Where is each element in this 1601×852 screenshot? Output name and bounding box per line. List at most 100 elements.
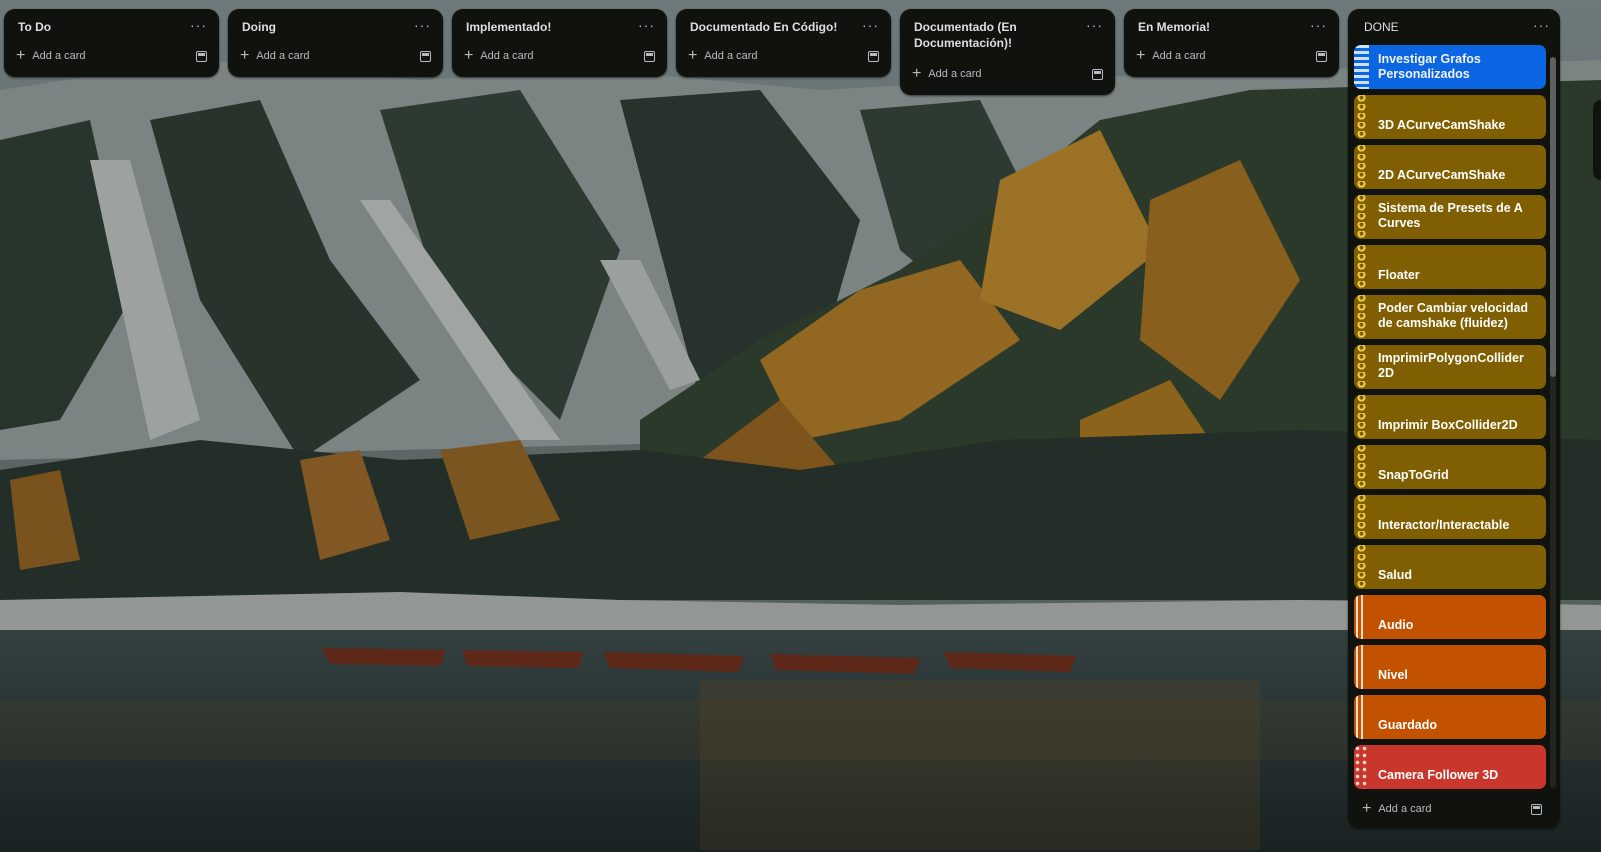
list-documentado-en-documentacion: Documentado (En Documentación)! ··· + Ad…: [900, 9, 1115, 95]
add-card-label: Add a card: [928, 68, 982, 80]
list-footer: + Add a card: [908, 59, 1107, 87]
board: To Do ··· + Add a card Doing ··· + Add a…: [4, 9, 1601, 852]
card[interactable]: Poder Cambiar velocidad de camshake (flu…: [1354, 295, 1546, 339]
card[interactable]: Sistema de Presets de A Curves: [1354, 195, 1546, 239]
card[interactable]: Imprimir BoxCollider2D: [1354, 395, 1546, 439]
card-cover-pattern: [1354, 195, 1369, 239]
add-card-label: Add a card: [1378, 803, 1432, 815]
card-template-icon[interactable]: [868, 50, 879, 62]
list-title[interactable]: Doing: [242, 19, 276, 35]
list-footer: + Add a card: [684, 41, 883, 69]
add-card-button[interactable]: + Add a card: [1362, 801, 1432, 817]
card-title: Poder Cambiar velocidad de camshake (flu…: [1378, 301, 1529, 330]
add-card-label: Add a card: [1152, 50, 1206, 62]
list-title[interactable]: Implementado!: [466, 19, 551, 35]
card-template-icon[interactable]: [1531, 803, 1542, 815]
card-title: Sistema de Presets de A Curves: [1378, 201, 1523, 230]
card-cover-pattern: [1354, 245, 1369, 289]
card-cover-pattern: [1354, 595, 1369, 639]
ellipsis-icon[interactable]: ···: [1086, 18, 1103, 32]
card-title: Guardado: [1378, 718, 1438, 732]
card-cover-pattern: [1354, 145, 1369, 189]
list-title[interactable]: Documentado En Código!: [690, 19, 837, 35]
plus-icon: +: [688, 47, 698, 64]
list-doing: Doing ··· + Add a card: [228, 9, 443, 77]
card-cover-pattern: [1354, 295, 1369, 339]
card-cover-pattern: [1354, 45, 1369, 89]
list-footer: + Add a card: [1354, 796, 1546, 822]
add-card-button[interactable]: + Add a card: [464, 47, 534, 64]
plus-icon: +: [464, 47, 474, 64]
card[interactable]: 2D ACurveCamShake: [1354, 145, 1546, 189]
ellipsis-icon[interactable]: ···: [1310, 18, 1327, 32]
list-title[interactable]: DONE: [1364, 19, 1399, 35]
plus-icon: +: [1136, 47, 1146, 64]
list-en-memoria: En Memoria! ··· + Add a card: [1124, 9, 1339, 77]
list-to-do: To Do ··· + Add a card: [4, 9, 219, 77]
list-title[interactable]: En Memoria!: [1138, 19, 1210, 35]
card[interactable]: Guardado: [1354, 695, 1546, 739]
next-list-edge[interactable]: [1593, 100, 1601, 180]
list-footer: + Add a card: [460, 41, 659, 69]
card[interactable]: Salud: [1354, 545, 1546, 589]
ellipsis-icon[interactable]: ···: [1533, 18, 1550, 32]
add-card-label: Add a card: [32, 50, 86, 62]
add-card-button[interactable]: + Add a card: [688, 47, 758, 64]
card[interactable]: SnapToGrid: [1354, 445, 1546, 489]
ellipsis-icon[interactable]: ···: [862, 18, 879, 32]
list-scrollbar[interactable]: [1550, 57, 1556, 788]
add-card-label: Add a card: [480, 50, 534, 62]
card-title: ImprimirPolygonCollider 2D: [1378, 351, 1524, 380]
card-template-icon[interactable]: [1316, 50, 1327, 62]
plus-icon: +: [240, 47, 250, 64]
list-header: To Do ···: [12, 15, 211, 41]
add-card-button[interactable]: + Add a card: [240, 47, 310, 64]
ellipsis-icon[interactable]: ···: [190, 18, 207, 32]
card-title: Interactor/Interactable: [1378, 518, 1510, 532]
card-title: Salud: [1378, 568, 1413, 582]
card[interactable]: Camera Follower 3D: [1354, 745, 1546, 789]
ellipsis-icon[interactable]: ···: [638, 18, 655, 32]
card[interactable]: Audio: [1354, 595, 1546, 639]
list-footer: + Add a card: [12, 41, 211, 69]
card[interactable]: 3D ACurveCamShake: [1354, 95, 1546, 139]
card[interactable]: Nivel: [1354, 645, 1546, 689]
add-card-button[interactable]: + Add a card: [912, 65, 982, 82]
card-title: Investigar Grafos Personalizados: [1378, 52, 1481, 81]
list-footer: + Add a card: [236, 41, 435, 69]
list-title[interactable]: Documentado (En Documentación)!: [914, 19, 1064, 51]
list-implementado: Implementado! ··· + Add a card: [452, 9, 667, 77]
card-list: Investigar Grafos Personalizados 3D ACur…: [1354, 45, 1554, 789]
card-title: Audio: [1378, 618, 1414, 632]
ellipsis-icon[interactable]: ···: [414, 18, 431, 32]
add-card-button[interactable]: + Add a card: [16, 48, 86, 64]
card-title: 3D ACurveCamShake: [1378, 118, 1506, 132]
list-header: Documentado (En Documentación)! ···: [908, 15, 1107, 51]
card-cover-pattern: [1354, 695, 1369, 739]
list-header: En Memoria! ···: [1132, 15, 1331, 41]
card-cover-pattern: [1354, 645, 1369, 689]
list-header: Doing ···: [236, 15, 435, 41]
add-card-label: Add a card: [256, 50, 310, 62]
card-template-icon[interactable]: [1092, 68, 1103, 80]
card[interactable]: Interactor/Interactable: [1354, 495, 1546, 539]
card-title: Nivel: [1378, 668, 1408, 682]
card-cover-pattern: [1354, 495, 1369, 539]
card-title: SnapToGrid: [1378, 468, 1449, 482]
card[interactable]: Investigar Grafos Personalizados: [1354, 45, 1546, 89]
card[interactable]: Floater: [1354, 245, 1546, 289]
card-template-icon[interactable]: [644, 50, 655, 62]
card-cover-pattern: [1354, 445, 1369, 489]
card-cover-pattern: [1354, 545, 1369, 589]
list-header: Documentado En Código! ···: [684, 15, 883, 41]
list-header: Implementado! ···: [460, 15, 659, 41]
list-footer: + Add a card: [1132, 41, 1331, 69]
scrollbar-thumb[interactable]: [1550, 57, 1556, 377]
card-template-icon[interactable]: [420, 50, 431, 62]
card[interactable]: ImprimirPolygonCollider 2D: [1354, 345, 1546, 389]
list-title[interactable]: To Do: [18, 19, 51, 35]
card-template-icon[interactable]: [196, 50, 207, 62]
plus-icon: +: [912, 65, 922, 82]
card-cover-pattern: [1354, 745, 1369, 789]
add-card-button[interactable]: + Add a card: [1136, 47, 1206, 64]
